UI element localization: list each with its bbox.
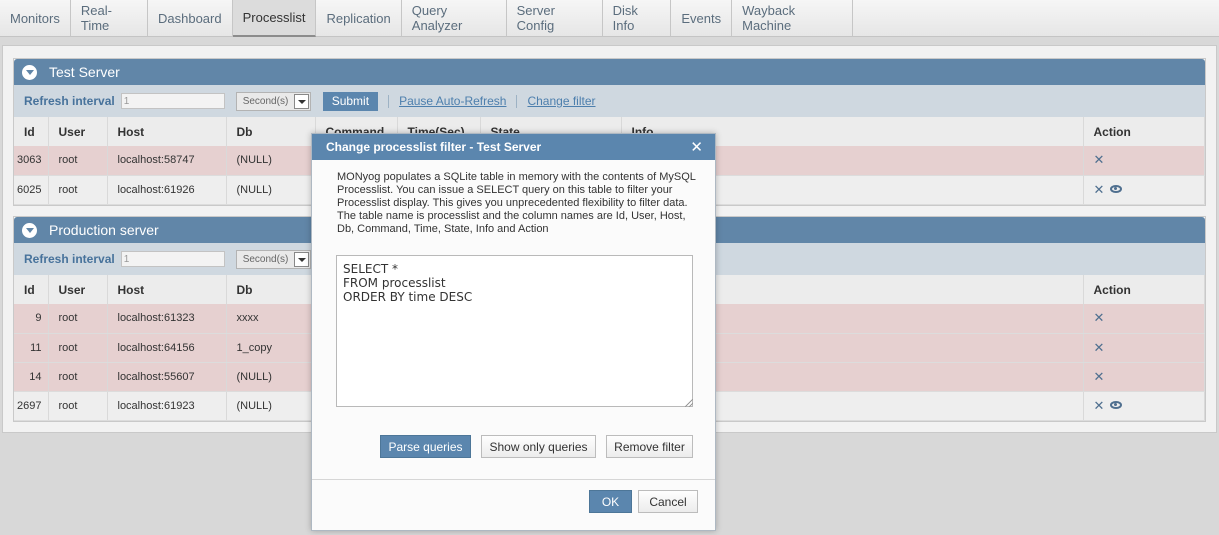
- tab-real-time[interactable]: Real-Time: [70, 0, 148, 37]
- panel-toolbar: Refresh interval 1 Second(s) Submit Paus…: [14, 85, 1205, 117]
- collapse-icon[interactable]: [22, 222, 37, 238]
- divider: [312, 479, 715, 480]
- tab-replication[interactable]: Replication: [316, 0, 402, 37]
- cell-db: (NULL): [226, 391, 316, 421]
- tab-events[interactable]: Events: [671, 0, 733, 37]
- cell-user: root: [48, 146, 108, 176]
- tab-disk-info[interactable]: Disk Info: [602, 0, 672, 37]
- cell-user: root: [48, 304, 108, 334]
- close-icon[interactable]: ✕: [690, 138, 703, 156]
- kill-icon[interactable]: ✕: [1094, 341, 1105, 354]
- divider: [516, 94, 518, 108]
- refresh-interval-input[interactable]: 1: [120, 93, 225, 109]
- parse-queries-button[interactable]: Parse queries: [380, 435, 471, 458]
- remove-filter-button[interactable]: Remove filter: [606, 435, 693, 458]
- cell-id: 14: [14, 362, 49, 392]
- refresh-interval-label: Refresh interval: [24, 252, 115, 266]
- eye-icon[interactable]: [1110, 185, 1123, 193]
- tab-server-config[interactable]: Server Config: [506, 0, 603, 37]
- interval-unit-select[interactable]: Second(s): [235, 91, 311, 111]
- cell-host: localhost:61323: [107, 304, 227, 334]
- cell-host: localhost:61926: [107, 175, 227, 205]
- query-textarea[interactable]: SELECT * FROM processlist ORDER BY time …: [336, 255, 693, 407]
- column-header-id[interactable]: Id: [14, 117, 49, 146]
- column-header-user[interactable]: User: [48, 275, 108, 304]
- column-header-action: Action: [1083, 275, 1205, 304]
- cell-db: (NULL): [226, 146, 316, 176]
- kill-icon[interactable]: ✕: [1094, 370, 1105, 383]
- dialog-description: MONyog populates a SQLite table in memor…: [337, 171, 696, 235]
- cell-db: (NULL): [226, 175, 316, 205]
- kill-icon[interactable]: ✕: [1094, 183, 1105, 196]
- dialog-header[interactable]: Change processlist filter - Test Server …: [312, 134, 715, 160]
- cell-action: ✕: [1083, 333, 1205, 363]
- dialog-title: Change processlist filter - Test Server: [326, 140, 542, 154]
- cell-id: 9: [14, 304, 49, 334]
- column-header-id[interactable]: Id: [14, 275, 49, 304]
- column-header-db[interactable]: Db: [226, 275, 316, 304]
- interval-unit-value: Second(s): [242, 95, 289, 107]
- column-header-host[interactable]: Host: [107, 275, 227, 304]
- cell-host: localhost:61923: [107, 391, 227, 421]
- cell-action: ✕: [1083, 362, 1205, 392]
- column-header-host[interactable]: Host: [107, 117, 227, 146]
- cell-db: 1_copy: [226, 333, 316, 363]
- kill-icon[interactable]: ✕: [1094, 311, 1105, 324]
- tab-processlist[interactable]: Processlist: [232, 0, 317, 37]
- tab-wayback-machine[interactable]: Wayback Machine: [732, 0, 853, 37]
- cell-user: root: [48, 333, 108, 363]
- cell-action: ✕: [1083, 304, 1205, 334]
- cell-action: ✕: [1083, 391, 1205, 421]
- panel-title: Production server: [49, 222, 159, 238]
- cell-host: localhost:55607: [107, 362, 227, 392]
- interval-unit-select[interactable]: Second(s): [235, 249, 311, 269]
- chevron-down-icon[interactable]: [293, 93, 309, 109]
- change-filter-link[interactable]: Change filter: [527, 94, 595, 108]
- cell-action: ✕: [1083, 146, 1205, 176]
- cell-db: (NULL): [226, 362, 316, 392]
- kill-icon[interactable]: ✕: [1094, 153, 1105, 166]
- cell-user: root: [48, 362, 108, 392]
- refresh-interval-input[interactable]: 1: [120, 251, 225, 267]
- cell-id: 3063: [14, 146, 49, 176]
- cell-action: ✕: [1083, 175, 1205, 205]
- panel-title: Test Server: [49, 64, 120, 80]
- cell-id: 11: [14, 333, 49, 363]
- cell-id: 2697: [14, 391, 49, 421]
- tab-monitors[interactable]: Monitors: [0, 0, 71, 37]
- tab-query-analyzer[interactable]: Query Analyzer: [401, 0, 507, 37]
- eye-icon[interactable]: [1110, 401, 1123, 409]
- nav-filler: [852, 0, 1219, 37]
- interval-unit-value: Second(s): [242, 253, 289, 265]
- cell-user: root: [48, 175, 108, 205]
- chevron-down-icon[interactable]: [293, 251, 309, 267]
- cancel-button[interactable]: Cancel: [638, 490, 698, 513]
- column-header-db[interactable]: Db: [226, 117, 316, 146]
- column-header-action: Action: [1083, 117, 1205, 146]
- cell-user: root: [48, 391, 108, 421]
- cell-id: 6025: [14, 175, 49, 205]
- cell-db: xxxx: [226, 304, 316, 334]
- cell-host: localhost:64156: [107, 333, 227, 363]
- pause-auto-refresh-link[interactable]: Pause Auto-Refresh: [399, 94, 506, 108]
- kill-icon[interactable]: ✕: [1094, 399, 1105, 412]
- show-only-queries-button[interactable]: Show only queries: [481, 435, 596, 458]
- column-header-user[interactable]: User: [48, 117, 108, 146]
- cell-host: localhost:58747: [107, 146, 227, 176]
- divider: [388, 94, 390, 108]
- main-nav: Monitors Real-Time Dashboard Processlist…: [0, 0, 1219, 37]
- change-filter-dialog: Change processlist filter - Test Server …: [311, 133, 716, 531]
- tab-dashboard[interactable]: Dashboard: [147, 0, 233, 37]
- submit-button[interactable]: Submit: [322, 91, 379, 111]
- panel-header[interactable]: Test Server: [14, 59, 1205, 85]
- collapse-icon[interactable]: [22, 64, 37, 80]
- refresh-interval-label: Refresh interval: [24, 94, 115, 108]
- resize-grip-icon[interactable]: [685, 399, 693, 407]
- ok-button[interactable]: OK: [589, 490, 632, 513]
